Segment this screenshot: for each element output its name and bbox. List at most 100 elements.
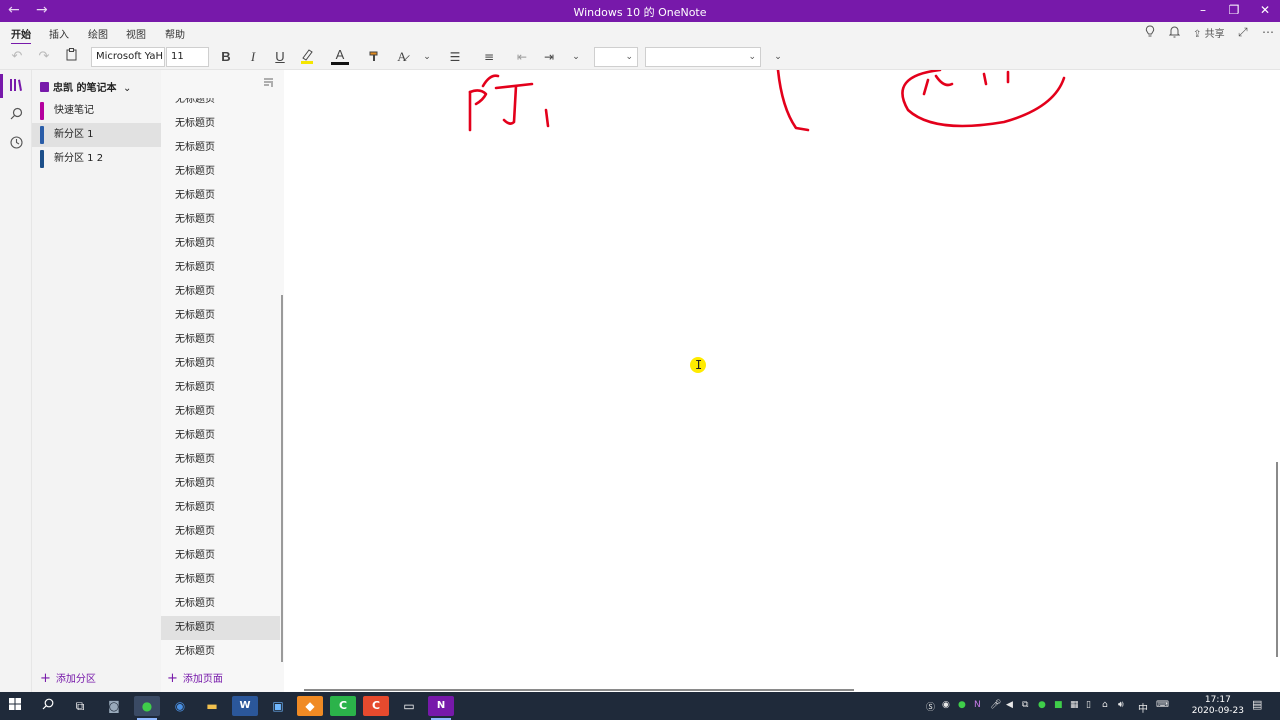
task-view-icon[interactable]: ⧉ xyxy=(67,696,93,716)
increase-indent-icon[interactable]: ⇥ xyxy=(541,48,557,66)
page-item[interactable]: 无标题页 xyxy=(161,112,280,136)
decrease-indent-icon[interactable]: ⇤ xyxy=(514,48,530,66)
page-item[interactable]: 无标题页 xyxy=(161,256,280,280)
text-more-chevron-icon[interactable]: ⌄ xyxy=(420,48,434,66)
recent-clock-icon[interactable] xyxy=(0,136,32,153)
tray-icon[interactable]: ◀ xyxy=(1006,700,1013,710)
share-button[interactable]: ⇪ 共享 xyxy=(1193,25,1225,40)
tray-icon[interactable]: ● xyxy=(1038,700,1046,710)
page-item[interactable]: 无标题页 xyxy=(161,400,280,424)
bell-icon[interactable] xyxy=(1168,25,1181,41)
page-item[interactable]: 无标题页 xyxy=(161,448,280,472)
tab-home[interactable]: 开始 xyxy=(11,26,31,45)
notification-icon[interactable]: ▤ xyxy=(1252,698,1262,711)
search-icon[interactable] xyxy=(35,696,61,716)
onenote-app-icon[interactable]: N xyxy=(428,696,454,720)
page-item[interactable]: 无标题页 xyxy=(161,160,280,184)
windows-start-icon[interactable] xyxy=(2,696,28,716)
app-icon[interactable]: ◆ xyxy=(297,696,323,716)
style-select[interactable]: ⌄ xyxy=(594,47,638,67)
page-item[interactable]: 无标题页 xyxy=(161,568,280,592)
pages-scrollbar[interactable] xyxy=(281,295,283,662)
green-app-icon[interactable]: ● xyxy=(134,696,160,720)
file-explorer-icon[interactable]: ▬ xyxy=(199,696,225,716)
tray-icon[interactable]: ▦ xyxy=(1070,700,1079,710)
word-app-icon[interactable]: W xyxy=(232,696,258,716)
undo-icon[interactable]: ↶ xyxy=(9,48,25,66)
tray-icon[interactable]: ⧉ xyxy=(1022,700,1028,710)
tab-draw[interactable]: 绘图 xyxy=(88,26,108,41)
horizontal-scrollbar[interactable] xyxy=(304,689,854,691)
system-clock[interactable]: 17:17 2020-09-23 xyxy=(1192,695,1244,717)
browser-app-icon[interactable]: ◉ xyxy=(167,696,193,716)
page-item[interactable]: 无标题页 xyxy=(161,592,280,616)
tray-onenote-icon[interactable]: N xyxy=(974,700,981,710)
tab-help[interactable]: 帮助 xyxy=(165,26,185,41)
bullet-list-icon[interactable]: ☰ xyxy=(447,48,463,66)
app-icon[interactable]: ▣ xyxy=(265,696,291,716)
microphone-icon[interactable]: 🎤︎ xyxy=(990,700,1001,710)
note-canvas[interactable]: I xyxy=(284,70,1280,692)
volume-icon[interactable]: 🔊︎ xyxy=(1118,700,1124,710)
numbered-list-icon[interactable]: ≡ xyxy=(481,48,497,66)
page-item[interactable]: 无标题页 xyxy=(161,184,280,208)
more-options-icon[interactable]: ⋯ xyxy=(1262,25,1274,39)
clipboard-icon[interactable] xyxy=(63,48,79,66)
section-item[interactable]: 新分区 1 2 xyxy=(32,147,161,171)
page-item[interactable]: 无标题页 xyxy=(161,376,280,400)
tray-icon[interactable]: ◉ xyxy=(942,700,950,710)
sort-icon[interactable] xyxy=(263,78,274,91)
font-color-button[interactable]: A xyxy=(331,48,349,65)
bold-button[interactable]: B xyxy=(218,48,234,66)
ime-indicator[interactable]: 中 xyxy=(1138,700,1148,715)
format-painter-icon[interactable] xyxy=(366,48,384,66)
redo-icon[interactable]: ↷ xyxy=(36,48,52,66)
page-item[interactable]: 无标题页 xyxy=(161,472,280,496)
nvidia-icon[interactable]: ■ xyxy=(1054,700,1063,710)
paragraph-more-chevron-icon[interactable]: ⌄ xyxy=(569,48,583,66)
tab-view[interactable]: 视图 xyxy=(126,26,146,41)
add-page-button[interactable]: + 添加页面 xyxy=(167,670,277,686)
network-icon[interactable]: ⌂ xyxy=(1102,700,1108,710)
tray-icon[interactable]: ● xyxy=(958,700,966,710)
screen-capture-icon[interactable]: ▭ xyxy=(396,696,422,716)
page-item[interactable]: 无标题页 xyxy=(161,328,280,352)
italic-button[interactable]: I xyxy=(245,48,261,66)
restore-button[interactable]: ❐ xyxy=(1219,3,1249,17)
tag-select[interactable]: ⌄ xyxy=(645,47,761,67)
clear-format-icon[interactable]: A̷ xyxy=(393,48,411,66)
fullscreen-icon[interactable]: ⤢ xyxy=(1238,25,1248,40)
camera-app-icon[interactable]: ◙ xyxy=(101,696,127,716)
font-name-input[interactable]: Microsoft YaH xyxy=(91,47,165,67)
page-item[interactable]: 无标题页 xyxy=(161,232,280,256)
page-item[interactable]: 无标题页 xyxy=(161,640,280,664)
page-item[interactable]: 无标题页 xyxy=(161,208,280,232)
section-item[interactable]: 快速笔记 xyxy=(32,99,161,123)
search-icon[interactable] xyxy=(0,107,32,124)
page-item[interactable]: 无标题页 xyxy=(161,304,280,328)
lightbulb-icon[interactable] xyxy=(1145,25,1155,41)
page-item-selected[interactable]: 无标题页 xyxy=(161,616,280,640)
page-item[interactable]: 无标题页 xyxy=(161,136,280,160)
tray-skype-icon[interactable]: Ⓢ xyxy=(926,700,935,713)
page-item[interactable]: 无标题页 xyxy=(161,544,280,568)
battery-icon[interactable]: ▯ xyxy=(1086,700,1091,710)
toolbar-more-chevron-icon[interactable]: ⌄ xyxy=(771,48,785,66)
page-item[interactable]: 无标题页 xyxy=(161,520,280,544)
recorder-app-icon[interactable]: C xyxy=(363,696,389,716)
keyboard-icon[interactable]: ⌨ xyxy=(1156,700,1169,710)
page-item[interactable]: 无标题页 xyxy=(161,496,280,520)
add-section-button[interactable]: + 添加分区 xyxy=(40,670,96,686)
highlighter-icon[interactable] xyxy=(298,48,316,66)
close-button[interactable]: ✕ xyxy=(1250,3,1280,17)
font-size-input[interactable]: 11 xyxy=(166,47,209,67)
page-item[interactable]: 无标题页 xyxy=(161,352,280,376)
tab-insert[interactable]: 插入 xyxy=(49,26,69,41)
page-item[interactable]: 无标题页 xyxy=(161,424,280,448)
notebooks-icon[interactable] xyxy=(0,74,32,98)
minimize-button[interactable]: – xyxy=(1188,3,1218,17)
underline-button[interactable]: U xyxy=(272,48,288,66)
notebook-selector[interactable]: 忠凯 的笔记本 ⌄ xyxy=(40,79,131,94)
section-item-selected[interactable]: 新分区 1 xyxy=(32,123,161,147)
camtasia-app-icon[interactable]: C xyxy=(330,696,356,716)
